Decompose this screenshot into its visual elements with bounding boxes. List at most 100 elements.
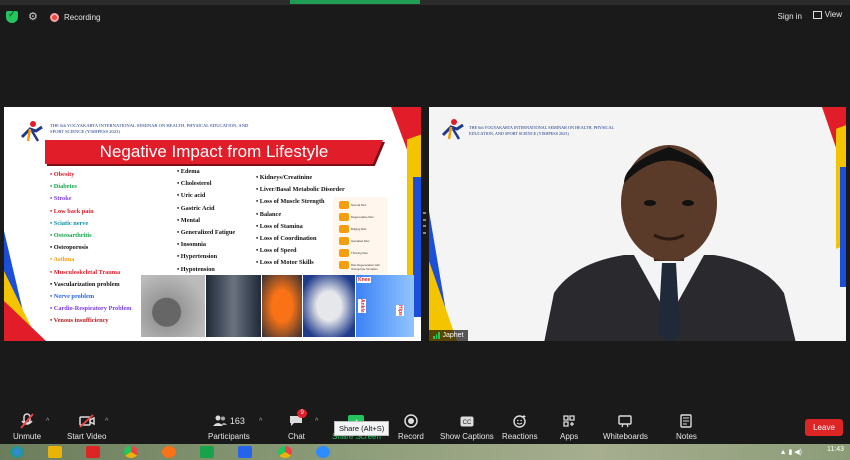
impact-item: Mental xyxy=(177,215,235,227)
impact-item: Musculoskeletal Trauma xyxy=(50,267,132,279)
panel-resize-handle[interactable] xyxy=(423,212,427,234)
impact-item: Osteoporosis xyxy=(50,242,132,254)
impact-item: Osteoarthritis xyxy=(50,230,132,242)
seminar-title-text: THE 6th YOGYAKARTA INTERNATIONAL SEMINAR… xyxy=(469,125,614,136)
start-video-label: Start Video xyxy=(67,432,107,441)
file-explorer-icon[interactable] xyxy=(48,446,62,458)
participants-label: Participants xyxy=(208,432,250,441)
view-grid-icon xyxy=(812,10,822,19)
ankle-tag: Ankle xyxy=(358,299,366,313)
security-shield-icon[interactable] xyxy=(6,9,18,23)
start-video-button[interactable]: Start Video xyxy=(67,412,106,441)
speaker-person xyxy=(544,145,796,341)
firefox-icon[interactable] xyxy=(162,446,176,458)
disc-label: Thinning Disc xyxy=(351,251,368,255)
impact-item: Insomnia xyxy=(177,239,235,251)
impact-item: Stroke xyxy=(50,193,132,205)
spine-xray-photo xyxy=(206,275,261,337)
svg-text:CC: CC xyxy=(463,420,472,426)
leave-button[interactable]: Leave xyxy=(805,419,843,436)
sharing-indicator-bar xyxy=(290,0,420,4)
participants-button[interactable]: 163 Participants xyxy=(208,412,250,441)
zoom-window: ⚙ Recording Sign in View THE 6th YOGYAKA… xyxy=(0,0,850,460)
impact-item: Asthma xyxy=(50,254,132,266)
impact-item: Loss of Stamina xyxy=(256,221,345,233)
vertebra-disc xyxy=(339,225,349,233)
impact-item: Loss of Motor Skills xyxy=(256,257,345,269)
notes-label: Notes xyxy=(676,432,697,441)
impact-item: Vascularization problem xyxy=(50,279,132,291)
impact-item: Generalized Fatigue xyxy=(177,227,235,239)
pdf-reader-icon[interactable] xyxy=(86,446,100,458)
meeting-toolbar xyxy=(0,408,850,444)
slide-photo-strip: Knee Ankle Hips xyxy=(141,275,414,337)
record-icon xyxy=(404,412,418,430)
knee-tag: Knee xyxy=(357,277,372,283)
chrome-icon-2[interactable] xyxy=(278,446,292,458)
record-label: Record xyxy=(398,432,424,441)
captions-cc-icon: CC xyxy=(460,412,474,430)
view-button[interactable]: View xyxy=(812,10,842,19)
signal-bars-icon xyxy=(433,332,440,339)
shared-slide-panel[interactable]: THE 6th YOGYAKARTA INTERNATIONAL SEMINAR… xyxy=(4,107,421,341)
whiteboard-icon xyxy=(618,412,633,430)
impact-item: Balance xyxy=(256,209,345,221)
participant-video-panel[interactable]: THE 6th YOGYAKARTA INTERNATIONAL SEMINAR… xyxy=(429,107,846,341)
impact-item: Loss of Coordination xyxy=(256,233,345,245)
show-captions-button[interactable]: CC Show Captions xyxy=(440,412,494,441)
impact-item: Cholesterol xyxy=(177,178,235,190)
settings-gear-icon[interactable]: ⚙ xyxy=(28,11,40,23)
share-tooltip: Share (Alt+S) xyxy=(334,421,390,436)
impact-item: Loss of Muscle Strength xyxy=(256,196,345,208)
notes-button[interactable]: Notes xyxy=(676,412,697,441)
reactions-button[interactable]: Reactions xyxy=(502,412,538,441)
excel-icon[interactable] xyxy=(200,446,214,458)
record-button[interactable]: Record xyxy=(398,412,424,441)
clock-time: 11:43 xyxy=(827,446,844,453)
spine-disc-diagram: Normal Disc Degenerative Disc Bulging Disc… xyxy=(333,197,388,277)
show-captions-label: Show Captions xyxy=(440,432,494,441)
system-tray-icons[interactable]: ▲ ▮ ◀) xyxy=(780,448,802,456)
apps-icon xyxy=(562,412,576,430)
participants-options-chevron-icon[interactable]: ^ xyxy=(259,418,262,425)
chrome-icon[interactable] xyxy=(124,446,138,458)
chat-button[interactable]: 9 Chat xyxy=(288,409,307,441)
windows-start-icon[interactable] xyxy=(10,446,24,458)
vertebra-disc xyxy=(339,249,349,257)
unmute-label: Unmute xyxy=(13,432,42,441)
recording-label: Recording xyxy=(64,12,101,22)
sign-in-link[interactable]: Sign in xyxy=(778,12,802,21)
taskbar-clock[interactable]: 11:43 xyxy=(827,446,844,453)
whiteboards-label: Whiteboards xyxy=(603,432,648,441)
participants-icon: 163 xyxy=(212,412,245,430)
impact-item: Diabetes xyxy=(50,181,132,193)
seminar-logo-icon xyxy=(20,121,43,142)
impact-item: Kidneys/Creatinine xyxy=(256,172,345,184)
video-options-chevron-icon[interactable]: ^ xyxy=(105,418,108,425)
impact-item: Cardio-Respiratory Problem xyxy=(50,303,132,315)
slide-title-banner: Negative Impact from Lifestyle xyxy=(45,140,383,164)
disc-label: Bulging Disc xyxy=(351,227,367,231)
participant-name: Japhet xyxy=(442,332,464,339)
word-icon[interactable] xyxy=(238,446,252,458)
participant-name-tag: Japhet xyxy=(429,330,468,341)
zoom-app-icon[interactable] xyxy=(316,446,330,458)
hips-tag: Hips xyxy=(396,305,404,316)
windows-taskbar: ▲ ▮ ◀) 11:43 xyxy=(0,444,850,460)
disc-label: Normal Disc xyxy=(351,203,367,207)
disc-label: Disc Degeneration with Osteophyte format… xyxy=(351,263,380,271)
apps-button[interactable]: Apps xyxy=(560,412,578,441)
vertebra-disc xyxy=(339,201,349,209)
impact-item: Venous insufficiency xyxy=(50,315,132,327)
unmute-button[interactable]: Unmute xyxy=(13,412,41,441)
whiteboards-button[interactable]: Whiteboards xyxy=(603,412,648,441)
chat-options-chevron-icon[interactable]: ^ xyxy=(315,418,318,425)
recording-dot-icon xyxy=(50,12,59,22)
audio-options-chevron-icon[interactable]: ^ xyxy=(46,418,49,425)
impact-item: Edema xyxy=(177,166,235,178)
impact-item: Obesity xyxy=(50,169,132,181)
smiley-plus-icon xyxy=(513,412,527,430)
vertebra-disc xyxy=(339,261,349,269)
impact-item: Nerve problem xyxy=(50,291,132,303)
vertebra-disc xyxy=(339,237,349,245)
